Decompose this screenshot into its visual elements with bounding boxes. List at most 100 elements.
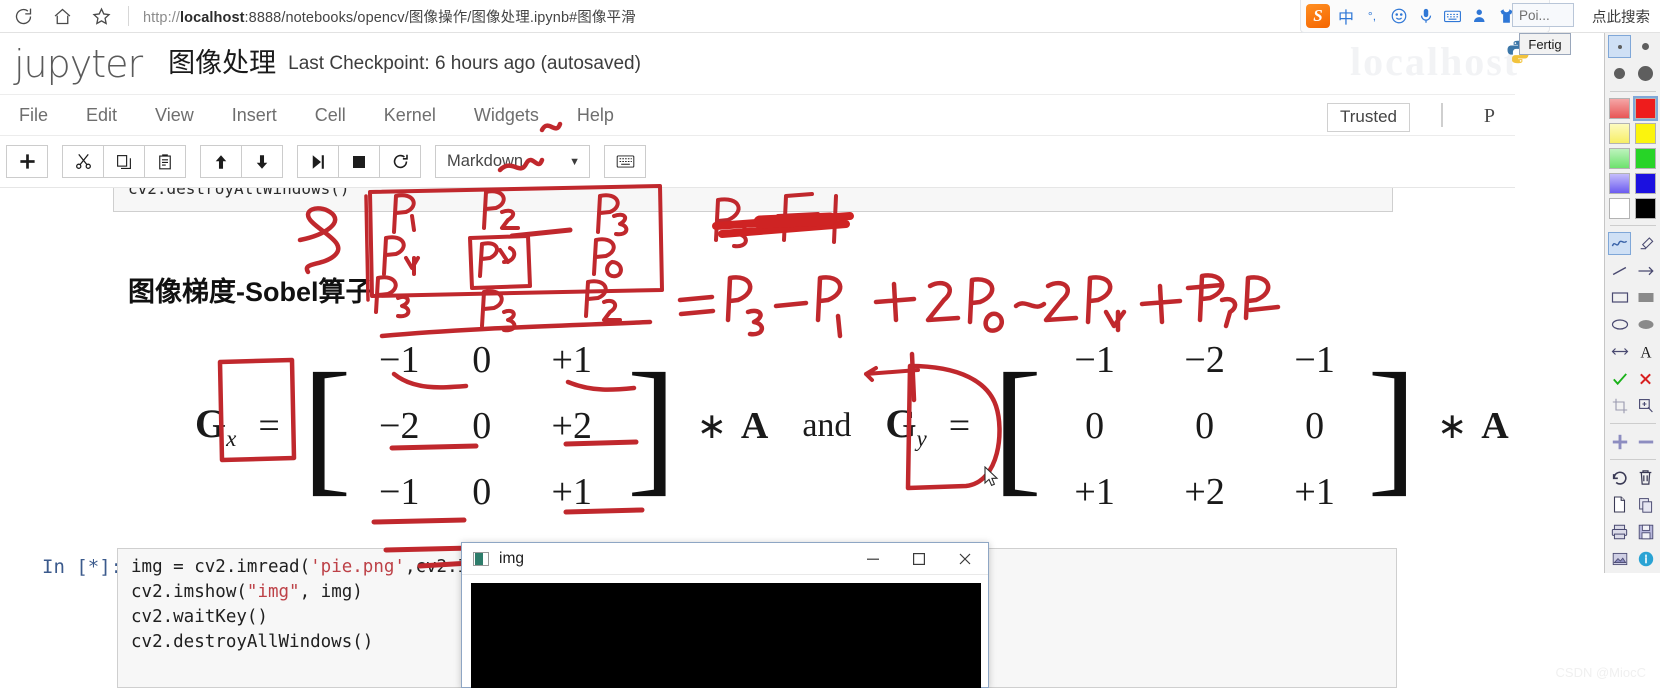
text-icon[interactable]: A xyxy=(1634,340,1657,363)
minimize-button[interactable] xyxy=(850,543,896,574)
restart-kernel-button[interactable] xyxy=(379,145,421,178)
ellipse-filled-icon[interactable] xyxy=(1634,313,1657,336)
crop-icon[interactable] xyxy=(1608,394,1631,417)
soft-keyboard-icon[interactable] xyxy=(1442,6,1463,27)
print-icon[interactable] xyxy=(1608,520,1631,543)
run-cell-button[interactable] xyxy=(297,145,339,178)
brush-size-1-button[interactable] xyxy=(1608,35,1631,58)
color-swatch-green[interactable] xyxy=(1635,148,1656,169)
brush-size-4-button[interactable] xyxy=(1634,62,1657,85)
color-swatch-blue[interactable] xyxy=(1635,173,1656,194)
interrupt-kernel-button[interactable] xyxy=(338,145,380,178)
menu-item-help[interactable]: Help xyxy=(558,105,633,126)
save-icon[interactable] xyxy=(1634,520,1657,543)
menu-item-edit[interactable]: Edit xyxy=(67,105,136,126)
user-icon[interactable] xyxy=(1469,6,1490,27)
color-swatch-light-red[interactable] xyxy=(1609,98,1630,119)
move-cell-down-button[interactable] xyxy=(241,145,283,178)
jupyter-header: jupyter 图像处理 Last Checkpoint: 6 hours ag… xyxy=(0,33,1515,95)
line-icon[interactable] xyxy=(1608,259,1631,282)
tool-row-line xyxy=(1607,259,1659,282)
sogou-logo-icon[interactable]: S xyxy=(1306,4,1330,28)
close-button[interactable] xyxy=(942,543,988,574)
snip-done-button[interactable]: Fertig xyxy=(1519,33,1571,55)
ellipse-outline-icon[interactable] xyxy=(1608,313,1631,336)
zoom-in-icon[interactable] xyxy=(1608,430,1631,453)
address-bar[interactable]: http://localhost:8888/notebooks/opencv/图… xyxy=(143,6,636,27)
gy-cell-2-0: +1 xyxy=(1074,471,1115,513)
svg-text:A: A xyxy=(1640,345,1652,360)
reload-icon[interactable] xyxy=(12,5,34,27)
menu-item-insert[interactable]: Insert xyxy=(213,105,296,126)
browser-nav-icons xyxy=(0,5,112,27)
tool-row-extra xyxy=(1607,547,1659,570)
color-swatch-light-blue[interactable] xyxy=(1609,173,1630,194)
eraser-icon[interactable] xyxy=(1634,232,1657,255)
color-swatch-black[interactable] xyxy=(1635,198,1656,219)
home-icon[interactable] xyxy=(51,5,73,27)
menu-item-file[interactable]: File xyxy=(0,105,67,126)
ime-mode-toggle[interactable]: 中 xyxy=(1336,4,1356,28)
palette-divider-1 xyxy=(1609,91,1656,92)
new-file-icon[interactable] xyxy=(1608,493,1631,516)
move-cell-up-button[interactable] xyxy=(200,145,242,178)
zoom-out-icon[interactable] xyxy=(1634,430,1657,453)
img-window-titlebar[interactable]: img xyxy=(462,543,988,575)
zoom-icon[interactable] xyxy=(1634,394,1657,417)
paste-cell-button[interactable] xyxy=(144,145,186,178)
double-arrow-icon[interactable] xyxy=(1608,340,1631,363)
menu-item-view[interactable]: View xyxy=(136,105,213,126)
pencil-icon[interactable] xyxy=(1608,232,1631,255)
notebook-title[interactable]: 图像处理 xyxy=(168,50,276,77)
color-swatch-light-yellow[interactable] xyxy=(1609,123,1630,144)
menu-item-widgets[interactable]: Widgets xyxy=(455,105,558,126)
menu-item-cell[interactable]: Cell xyxy=(296,105,365,126)
info-icon[interactable] xyxy=(1634,547,1657,570)
rectangle-filled-icon[interactable] xyxy=(1634,286,1657,309)
scrolled-code-cell-top[interactable]: cv2.destroyAllWindows() xyxy=(113,188,1393,212)
arrow-icon[interactable] xyxy=(1634,259,1657,282)
ime-punctuation-toggle[interactable]: °, xyxy=(1362,9,1382,23)
palette-divider-2 xyxy=(1609,225,1656,226)
maximize-button[interactable] xyxy=(896,543,942,574)
cut-cell-button[interactable] xyxy=(62,145,104,178)
brush-size-3-button[interactable] xyxy=(1608,62,1631,85)
favorite-star-icon[interactable] xyxy=(90,5,112,27)
and-text: and xyxy=(802,407,852,444)
color-row-blue xyxy=(1607,173,1659,194)
brush-size-2-button[interactable] xyxy=(1634,35,1657,58)
menu-item-kernel[interactable]: Kernel xyxy=(365,105,455,126)
color-swatch-light-green[interactable] xyxy=(1609,148,1630,169)
palette-divider-3 xyxy=(1609,423,1656,424)
tool-row-rect xyxy=(1607,286,1659,309)
trusted-badge[interactable]: Trusted xyxy=(1326,103,1410,132)
checkmark-icon[interactable] xyxy=(1608,367,1631,390)
cross-icon[interactable] xyxy=(1634,367,1657,390)
insert-cell-below-button[interactable] xyxy=(6,145,48,178)
snip-tooltip: Poi... xyxy=(1512,3,1574,27)
color-swatch-yellow[interactable] xyxy=(1635,123,1656,144)
emoji-icon[interactable] xyxy=(1388,6,1409,27)
markdown-heading[interactable]: 图像梯度-Sobel算子 xyxy=(128,270,373,309)
copy-icon[interactable] xyxy=(1634,493,1657,516)
opencv-img-window[interactable]: img xyxy=(461,542,989,688)
gy-cell-2-2: +1 xyxy=(1294,471,1335,513)
open-command-palette-button[interactable] xyxy=(604,145,646,178)
search-hint-label[interactable]: 点此搜索 xyxy=(1592,6,1650,27)
image-icon[interactable] xyxy=(1608,547,1631,570)
tool-row-draw xyxy=(1607,232,1659,255)
color-swatch-red[interactable] xyxy=(1633,96,1658,121)
microphone-icon[interactable] xyxy=(1415,6,1436,27)
operand-a-gx: A xyxy=(740,405,769,447)
cell-type-select[interactable]: Markdown ▼ xyxy=(435,145,590,178)
equals-sign-gx: = xyxy=(258,405,280,447)
copy-cell-button[interactable] xyxy=(103,145,145,178)
tool-row-zoom xyxy=(1607,430,1659,453)
undo-icon[interactable] xyxy=(1608,466,1631,489)
delete-icon[interactable] xyxy=(1634,466,1657,489)
gy-cell-0-2: −1 xyxy=(1294,339,1335,381)
color-swatch-white[interactable] xyxy=(1609,198,1630,219)
site-watermark: CSDN @MiocC xyxy=(1555,665,1646,680)
jupyter-logo[interactable]: jupyter xyxy=(14,45,143,83)
rectangle-outline-icon[interactable] xyxy=(1608,286,1631,309)
